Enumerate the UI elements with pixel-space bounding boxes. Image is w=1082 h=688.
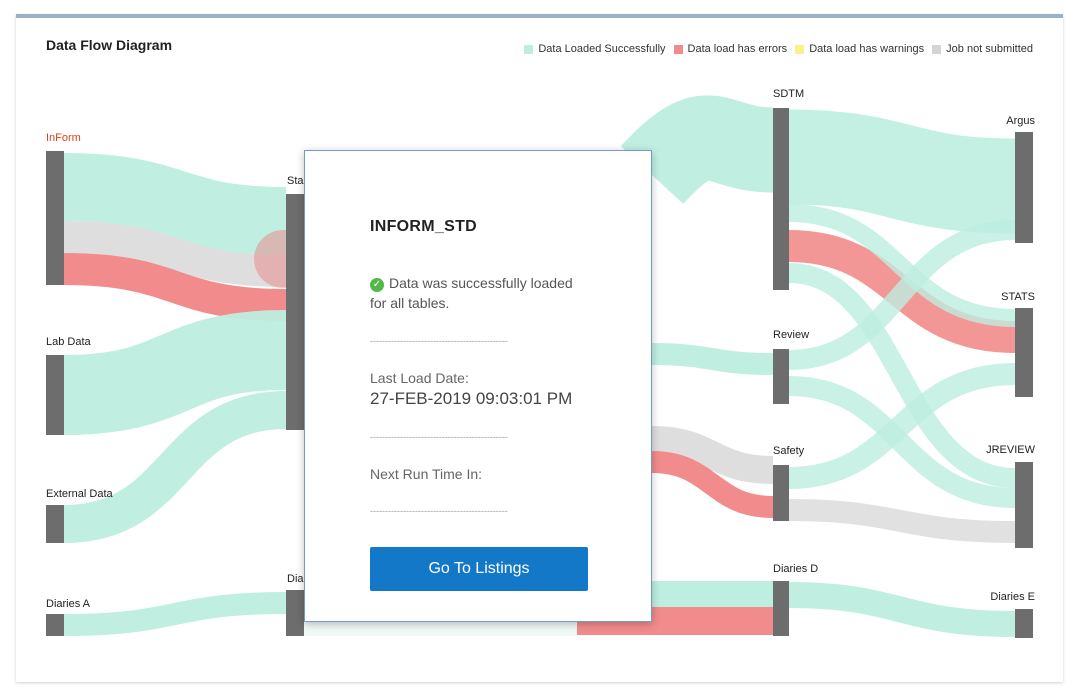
popup-title: INFORM_STD xyxy=(370,218,477,235)
link-inform-staging-success[interactable] xyxy=(63,153,287,255)
link-fade xyxy=(304,620,577,636)
legend-label-not-submitted: Job not submitted xyxy=(946,43,1033,55)
node-review[interactable] xyxy=(773,349,789,404)
link-diariesD-diariesE[interactable] xyxy=(788,582,1016,637)
legend-item-success[interactable]: Data Loaded Successfully xyxy=(524,43,666,55)
link-lab-staging[interactable] xyxy=(63,310,287,435)
label-diaries-mid: Dia xyxy=(287,573,304,585)
legend-item-error[interactable]: Data load has errors xyxy=(673,43,788,55)
popup-separator: ----------------------------------------… xyxy=(370,506,508,516)
popup-separator: ----------------------------------------… xyxy=(370,336,508,346)
label-lab-data: Lab Data xyxy=(46,336,92,348)
node-stats[interactable] xyxy=(1015,308,1033,397)
label-review: Review xyxy=(773,329,809,341)
node-external-data[interactable] xyxy=(46,505,64,543)
popup-status: ✓ Data was successfully loaded for all ta… xyxy=(370,273,590,313)
label-diaries-d: Diaries D xyxy=(773,563,818,575)
legend-swatch-error xyxy=(673,44,683,54)
legend-item-not-submitted[interactable]: Job not submitted xyxy=(932,43,1033,55)
popup-status-text: Data was successfully loaded for all tab… xyxy=(370,275,573,311)
legend-label-warning: Data load has warnings xyxy=(809,43,925,55)
node-sdtm[interactable] xyxy=(773,108,789,290)
legend-label-error: Data load has errors xyxy=(687,43,788,55)
page-title: Data Flow Diagram xyxy=(46,37,173,53)
legend-item-warning[interactable]: Data load has warnings xyxy=(795,43,924,55)
node-inform[interactable] xyxy=(46,151,64,285)
last-load-label: Last Load Date: xyxy=(370,370,469,386)
label-diaries-a: Diaries A xyxy=(46,598,91,610)
link-sdtm-argus[interactable] xyxy=(788,109,1016,234)
label-jreview: JREVIEW xyxy=(986,444,1036,456)
legend: Data Loaded Successfully Data load has e… xyxy=(516,43,1033,55)
label-external-data: External Data xyxy=(46,488,114,500)
link-staging-review[interactable] xyxy=(651,343,774,375)
next-run-label: Next Run Time In: xyxy=(370,466,483,482)
node-diaries-a[interactable] xyxy=(46,614,64,636)
label-safety: Safety xyxy=(773,445,805,457)
last-load-value: 27-FEB-2019 09:03:01 PM xyxy=(370,389,573,408)
node-jreview[interactable] xyxy=(1015,462,1033,548)
legend-label-success: Data Loaded Successfully xyxy=(538,43,666,55)
label-inform[interactable]: InForm xyxy=(46,132,81,144)
node-diaries-mid[interactable] xyxy=(286,590,304,636)
label-diaries-e: Diaries E xyxy=(990,591,1035,603)
link-diariesA-diaries[interactable] xyxy=(63,592,287,636)
label-sdtm: SDTM xyxy=(773,88,804,100)
legend-swatch-success xyxy=(524,44,534,54)
go-to-listings-button[interactable]: Go To Listings xyxy=(370,547,588,591)
node-staging[interactable] xyxy=(286,194,304,430)
link-staging-sdtm[interactable] xyxy=(620,95,775,205)
legend-swatch-not-submitted xyxy=(932,44,942,54)
label-stats: STATS xyxy=(1001,291,1035,303)
popup-separator: ----------------------------------------… xyxy=(370,432,508,442)
node-argus[interactable] xyxy=(1015,132,1033,243)
node-details-popup: INFORM_STD ✓ Data was successfully loaded… xyxy=(304,150,652,622)
node-lab-data[interactable] xyxy=(46,355,64,435)
node-diaries-e[interactable] xyxy=(1015,609,1033,638)
node-safety[interactable] xyxy=(773,465,789,521)
check-circle-icon: ✓ xyxy=(370,278,384,292)
label-argus: Argus xyxy=(1006,115,1035,127)
link-safety-jreview[interactable] xyxy=(788,499,1016,543)
node-diaries-d[interactable] xyxy=(773,581,789,636)
label-staging: Sta xyxy=(287,175,304,187)
legend-swatch-warning xyxy=(795,44,805,54)
